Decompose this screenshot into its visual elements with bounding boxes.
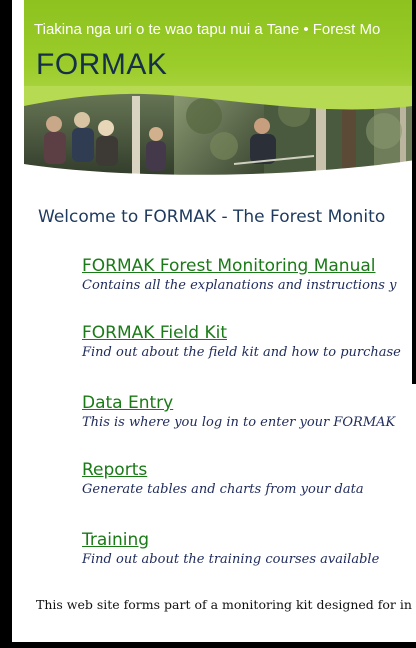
data-entry-link[interactable]: Data Entry	[82, 393, 395, 414]
forest-photos-image	[24, 86, 416, 186]
link-item-data-entry: Data Entry This is where you log in to e…	[82, 393, 395, 432]
reports-description: Generate tables and charts from your dat…	[82, 482, 364, 497]
link-item-reports: Reports Generate tables and charts from …	[82, 460, 364, 499]
site-logo[interactable]: FORMAK	[36, 48, 167, 82]
footer-text: This web site forms part of a monitoring…	[36, 597, 412, 612]
browser-window: Tiakina nga uri o te wao tapu nui a Tane…	[0, 0, 416, 648]
link-item-manual: FORMAK Forest Monitoring Manual Contains…	[82, 256, 396, 295]
scrollbar-edge[interactable]	[412, 0, 416, 384]
field-kit-description: Find out about the field kit and how to …	[82, 345, 401, 360]
manual-description: Contains all the explanations and instru…	[82, 278, 397, 293]
training-description: Find out about the training courses avai…	[82, 552, 380, 567]
field-kit-link[interactable]: FORMAK Field Kit	[82, 323, 401, 344]
reports-link[interactable]: Reports	[82, 460, 364, 481]
site-tagline: Tiakina nga uri o te wao tapu nui a Tane…	[34, 21, 381, 38]
manual-link[interactable]: FORMAK Forest Monitoring Manual	[82, 256, 396, 277]
welcome-heading: Welcome to FORMAK - The Forest Monito	[38, 207, 386, 227]
header-photo-banner	[24, 86, 416, 186]
link-item-field-kit: FORMAK Field Kit Find out about the fiel…	[82, 323, 401, 362]
link-item-training: Training Find out about the training cou…	[82, 530, 379, 569]
training-link[interactable]: Training	[82, 530, 379, 551]
data-entry-description: This is where you log in to enter your F…	[82, 415, 396, 430]
